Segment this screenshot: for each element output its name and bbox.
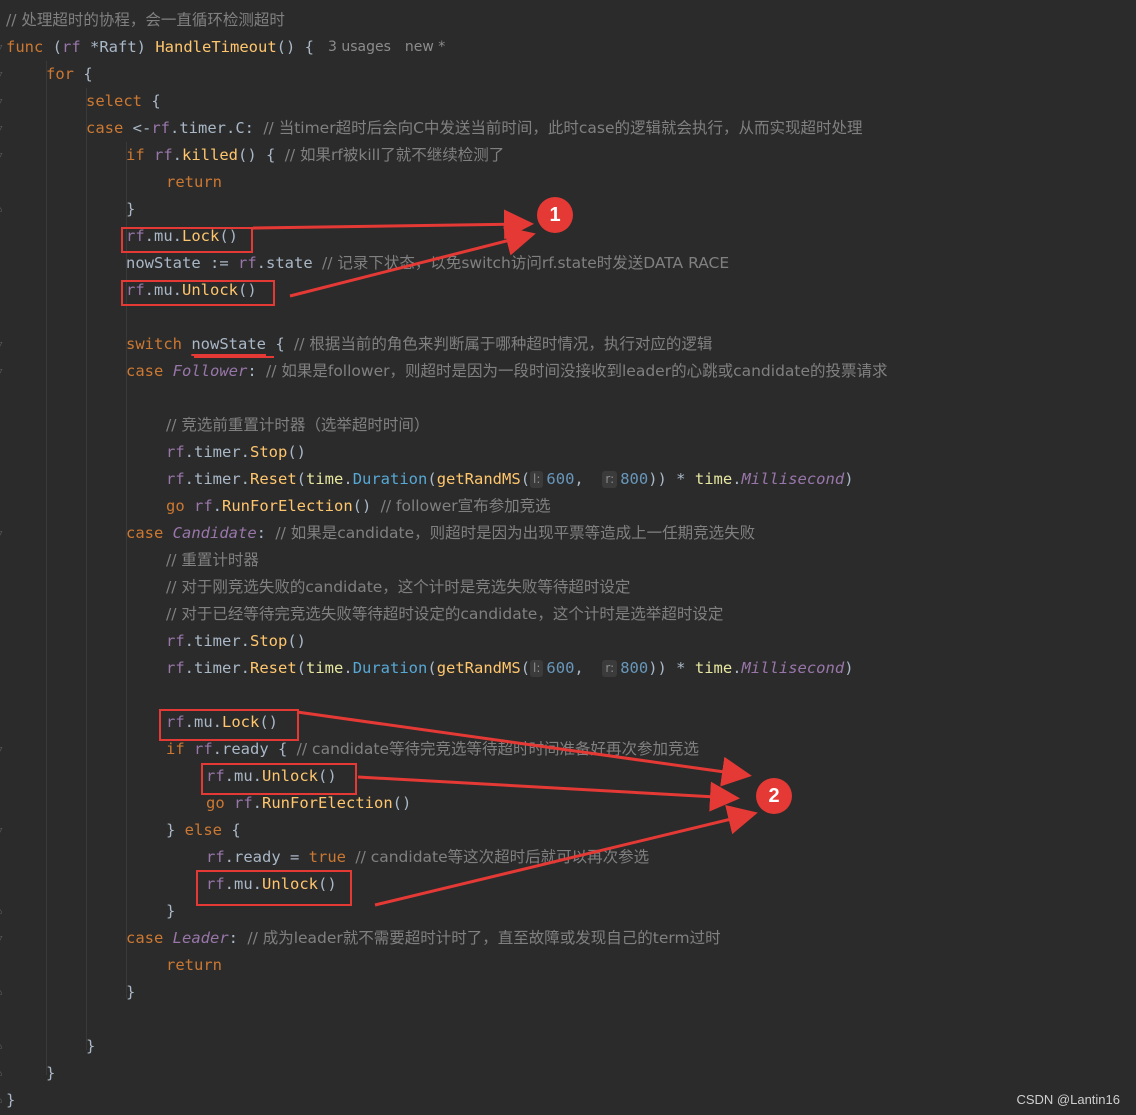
arrow-unlock-1 xyxy=(289,226,536,298)
arrow-lock-1 xyxy=(252,209,534,240)
arrow-unlock-2 xyxy=(357,775,740,812)
arrow-unlock-3 xyxy=(374,805,758,907)
arrow-lock-2 xyxy=(296,710,752,787)
annotation-marker-1: 1 xyxy=(537,197,573,233)
annotation-arrows xyxy=(252,209,758,907)
annotation-marker-2: 2 xyxy=(756,778,792,814)
watermark: CSDN @Lantin16 xyxy=(1016,1092,1120,1107)
code-editor[interactable]: ▽▽▽▽▽⌂▽▽▽▽▽⌂▽⌂⌂⌂⌂ // 处理超时的协程，会一直循环检测超时fu… xyxy=(0,0,1136,1115)
